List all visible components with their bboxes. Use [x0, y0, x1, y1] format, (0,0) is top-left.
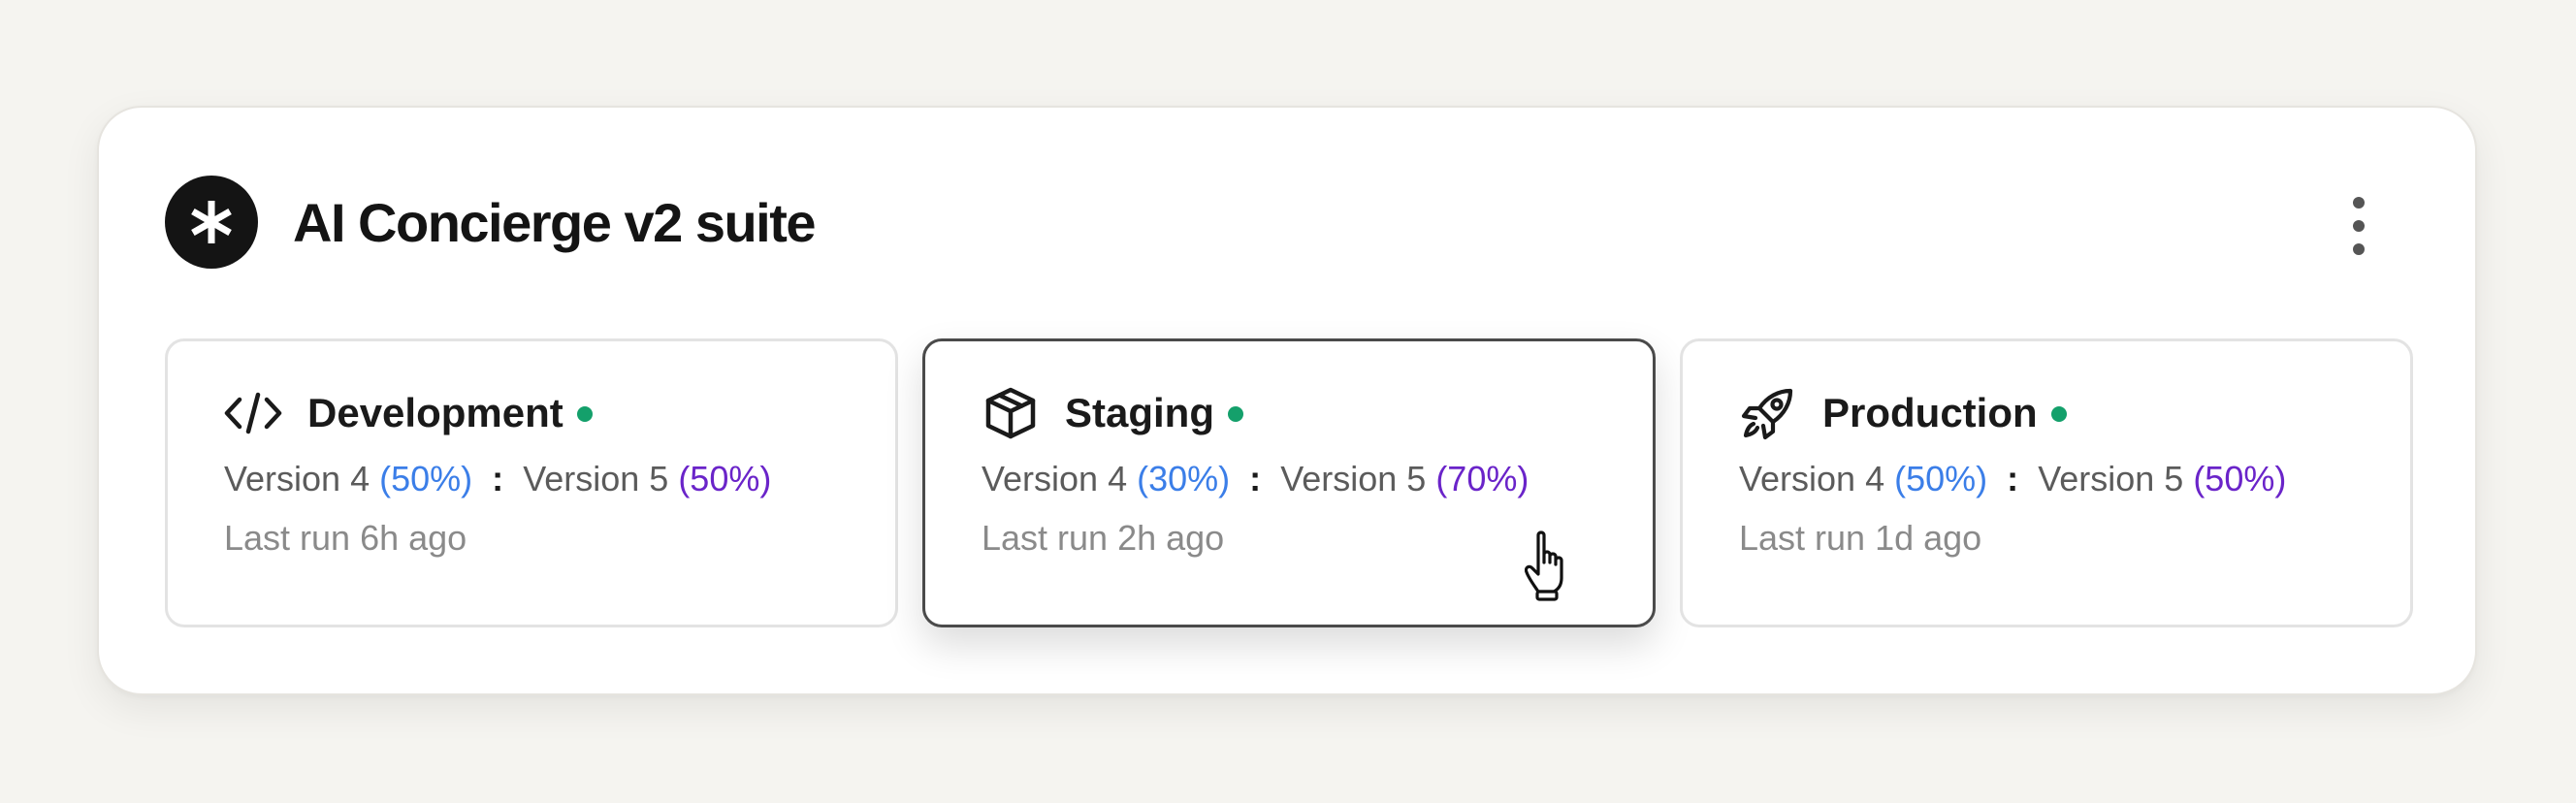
- more-vertical-icon[interactable]: [2339, 197, 2378, 255]
- version-a-label: Version 4: [982, 459, 1128, 498]
- version-b-label: Version 5: [1280, 459, 1427, 498]
- last-run-text: Last run 1d ago: [1739, 518, 1982, 558]
- version-separator: :: [492, 459, 504, 498]
- status-dot: [576, 406, 593, 422]
- version-a-percent: (30%): [1137, 459, 1231, 498]
- version-b-label: Version 5: [523, 459, 669, 498]
- env-name-row: Production: [1739, 384, 2067, 442]
- status-dot: [2050, 406, 2067, 422]
- env-card-development[interactable]: Development Version 4 (50%) : Version 5 …: [165, 338, 898, 627]
- version-a-percent: (50%): [379, 459, 473, 498]
- env-name: Staging: [1065, 390, 1214, 435]
- box-icon: [982, 384, 1040, 442]
- code-icon: [224, 384, 282, 442]
- suite-header: AI Concierge v2 suite: [165, 176, 817, 269]
- versions-row: Version 4 (30%) : Version 5 (70%): [982, 450, 1529, 508]
- last-run-text: Last run 2h ago: [982, 518, 1225, 558]
- versions-row: Version 4 (50%) : Version 5 (50%): [1739, 450, 2286, 508]
- env-name-row: Staging: [982, 384, 1243, 442]
- suite-card: AI Concierge v2 suite Development Versio…: [97, 106, 2477, 695]
- env-name: Production: [1822, 390, 2038, 435]
- suite-title: AI Concierge v2 suite: [293, 191, 817, 253]
- env-card-production[interactable]: Production Version 4 (50%) : Version 5 (…: [1680, 338, 2413, 627]
- last-run-text: Last run 6h ago: [224, 518, 467, 558]
- env-name-row: Development: [224, 384, 593, 442]
- version-b-percent: (50%): [2193, 459, 2287, 498]
- status-dot: [1228, 406, 1243, 422]
- version-separator: :: [2007, 459, 2019, 498]
- version-a-percent: (50%): [1894, 459, 1988, 498]
- hand-cursor-icon: [1524, 530, 1579, 603]
- env-name: Development: [307, 390, 564, 435]
- version-a-label: Version 4: [224, 459, 370, 498]
- rocket-icon: [1739, 384, 1797, 442]
- version-b-label: Version 5: [2038, 459, 2184, 498]
- version-a-label: Version 4: [1739, 459, 1885, 498]
- versions-row: Version 4 (50%) : Version 5 (50%): [224, 450, 771, 508]
- asterisk-icon: [165, 176, 258, 269]
- version-separator: :: [1249, 459, 1262, 498]
- version-b-percent: (50%): [678, 459, 772, 498]
- version-b-percent: (70%): [1435, 459, 1530, 498]
